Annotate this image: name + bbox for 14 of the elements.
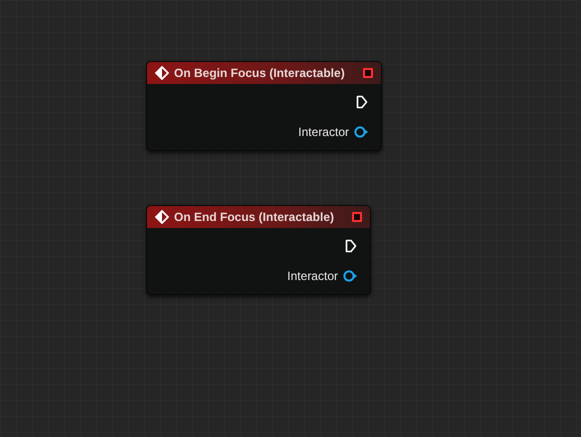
object-pin-icon[interactable] [343,270,357,282]
pin-label: Interactor [298,124,349,141]
pin-label: Interactor [287,268,338,285]
node-title: On Begin Focus (Interactable) [174,65,345,82]
event-node[interactable]: On End Focus (Interactable) Interactor [146,205,371,295]
event-diamond-icon [155,66,169,80]
event-node[interactable]: On Begin Focus (Interactable) Interactor [146,61,382,151]
object-pin-icon[interactable] [354,126,368,138]
node-title: On End Focus (Interactable) [174,209,334,226]
event-diamond-icon [155,210,169,224]
exec-pin-icon[interactable] [356,95,368,109]
delegate-pin-icon[interactable] [352,212,362,222]
exec-pin-icon[interactable] [345,239,357,253]
delegate-pin-icon[interactable] [363,68,373,78]
